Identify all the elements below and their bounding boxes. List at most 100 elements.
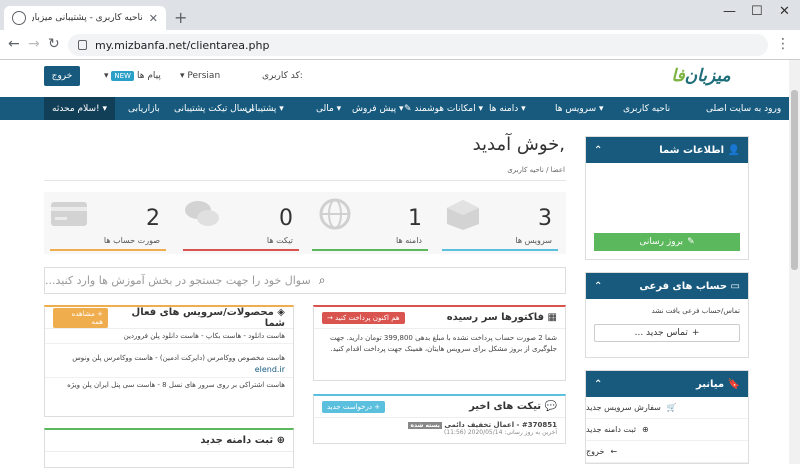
register-domain-card: ⊕ ثبت دامنه جدید — [44, 428, 294, 468]
scrollbar-thumb[interactable] — [791, 90, 798, 270]
globe-icon — [319, 198, 351, 230]
back-icon[interactable]: ← — [8, 36, 20, 52]
ticket-row[interactable]: #370851 - اعمال تخفیف دائمی بسته شده — [314, 418, 565, 429]
overdue-invoices-header: ▦ فاکتورها سر رسیده هم اکنون پرداخت کنید… — [314, 307, 565, 329]
nav-user-menu[interactable]: سلام محدثه! ▾ — [44, 97, 116, 120]
scrollbar[interactable] — [789, 60, 800, 464]
breadcrumb-current: ناحیه کاربری — [507, 166, 544, 174]
customer-code-label: کد کاربری: — [262, 71, 303, 81]
active-products-header: ◈ محصولات/سرویس های فعال شما + مشاهده هم… — [45, 307, 293, 329]
product-item[interactable]: هاست مخصوص ووکامرس (دایرکت ادمین) - هاست… — [45, 344, 293, 365]
nav-billing[interactable]: مالی ▾ — [316, 97, 341, 120]
stat-domains[interactable]: 1 دامنه ها — [306, 192, 434, 254]
close-tab-icon[interactable]: ✕ — [149, 12, 158, 25]
chevron-up-icon: ⌃ — [594, 378, 603, 390]
new-request-button[interactable]: + درخواست جدید — [322, 400, 386, 413]
stat-services[interactable]: 3 سرویس ها — [436, 192, 564, 254]
nav-presale[interactable]: پیش فروش ▾ — [352, 97, 404, 120]
reload-icon[interactable]: ↻ — [48, 36, 60, 52]
nav-smart-features[interactable]: ✎ امکانات هوشمند ▾ — [404, 97, 483, 120]
info-panel-header[interactable]: 👤 اطلاعات شما ⌃ — [586, 137, 748, 163]
product-item[interactable]: هاست اشتراکی بر روی سرور های نسل 8 - هاس… — [45, 378, 293, 392]
plus-icon: + — [691, 328, 700, 338]
pencil-icon: ✎ — [687, 237, 695, 247]
product-item[interactable]: elend.ir — [45, 365, 293, 378]
credit-card-icon — [51, 202, 87, 226]
ticket-updated: آخرین به روز رسانی: 2020/05/14 (11:56) — [443, 429, 557, 436]
kb-search-input[interactable]: ⌕ سوال خود را جهت جستجو در بخش آموزش ها … — [44, 267, 566, 294]
nav-main-site[interactable]: ورود به سایت اصلی — [706, 97, 781, 120]
nav-client-area[interactable]: ناحیه کاربری — [623, 97, 670, 120]
register-domain-header: ⊕ ثبت دامنه جدید — [45, 430, 293, 452]
shortcuts-panel: 🔖 میانبر ⌃ 🛒 سفارش سرویس جدید ⊕ ثبت دامنه … — [585, 370, 749, 464]
pay-now-button[interactable]: هم اکنون پرداخت کنید → — [322, 311, 405, 324]
stat-invoices[interactable]: 2 صورت حساب ها — [44, 192, 172, 254]
browser-chrome: ناحیه کاربری - پشتیبانی میزبان فا ✕ + — … — [0, 0, 800, 60]
product-item[interactable]: هاست دانلود - هاست بکاپ - هاست دانلود پل… — [45, 329, 293, 344]
active-products-card: ◈ محصولات/سرویس های فعال شما + مشاهده هم… — [44, 305, 294, 417]
overdue-invoices-card: ▦ فاکتورها سر رسیده هم اکنون پرداخت کنید… — [313, 305, 566, 381]
recent-tickets-header: 💬 تیکت های اخیر + درخواست جدید — [314, 396, 565, 418]
url-text: my.mizbanfa.net/clientarea.php — [95, 38, 270, 52]
nav-services[interactable]: سرویس ها ▾ — [555, 97, 604, 120]
nav-affiliates[interactable]: بازاریابی — [128, 97, 160, 120]
window-close-icon[interactable]: ✕ — [779, 4, 790, 19]
logout-button[interactable]: خروج — [44, 66, 80, 86]
url-field[interactable]: my.mizbanfa.net/clientarea.php — [68, 34, 768, 56]
site-logo[interactable]: فا میزبان — [646, 63, 756, 89]
divider — [44, 180, 566, 181]
nav-domains[interactable]: دامنه ها ▾ — [489, 97, 526, 120]
comments-icon: 💬 — [544, 401, 557, 412]
page-title: خوش آمدید, — [472, 134, 565, 155]
globe-icon — [12, 11, 26, 25]
forward-icon[interactable]: → — [28, 36, 40, 52]
search-placeholder: سوال خود را جهت جستجو در بخش آموزش ها وا… — [45, 274, 311, 287]
address-bar: ← → ↻ my.mizbanfa.net/clientarea.php ⋮ — [0, 30, 800, 60]
globe-icon: ⊕ — [276, 435, 285, 446]
breadcrumb: اعضا / ناحیه کاربری — [507, 166, 565, 174]
view-all-button[interactable]: + مشاهده همه — [53, 307, 108, 328]
lock-icon — [78, 40, 87, 50]
stat-tickets[interactable]: 0 تیکت ها — [177, 192, 305, 254]
messages-link[interactable]: ▾ NEW پیام ها — [104, 71, 161, 81]
minimize-icon[interactable]: — — [723, 4, 736, 19]
subaccounts-empty: تماس/حساب فرعی یافت نشد — [651, 307, 740, 315]
ticket-status-badge: بسته شده — [408, 422, 442, 429]
subaccounts-panel: ▭ حساب های فرعی ⌃ تماس/حساب فرعی یافت نش… — [585, 272, 749, 358]
bookmark-icon: 🔖 — [727, 378, 740, 390]
maximize-icon[interactable]: ☐ — [751, 4, 763, 19]
shortcut-register-domain[interactable]: ⊕ ثبت دامنه جدید — [586, 419, 748, 441]
overdue-invoices-text: شما 2 صورت حساب پرداخت نشده با مبلغ بدهی… — [329, 334, 557, 353]
new-badge: NEW — [111, 71, 134, 81]
subaccounts-panel-header[interactable]: ▭ حساب های فرعی ⌃ — [586, 273, 748, 299]
user-icon: 👤 — [727, 144, 740, 156]
shortcuts-panel-header[interactable]: 🔖 میانبر ⌃ — [586, 371, 748, 397]
nav-open-ticket[interactable]: ارسال تیکت پشتیبانی — [174, 97, 254, 120]
cart-icon: 🛒 — [666, 403, 677, 412]
chevron-up-icon: ⌃ — [594, 144, 603, 156]
browser-tab[interactable]: ناحیه کاربری - پشتیبانی میزبان فا ✕ — [4, 6, 166, 30]
new-contact-button[interactable]: + تماس جدید ... — [594, 324, 740, 342]
language-selector[interactable]: ▾ Persian — [180, 71, 220, 81]
tab-title: ناحیه کاربری - پشتیبانی میزبان فا — [32, 13, 143, 23]
shortcut-order-service[interactable]: 🛒 سفارش سرویس جدید — [586, 397, 748, 419]
search-icon: ⌕ — [318, 273, 326, 287]
stats-row: 3 سرویس ها 1 دامنه ها 0 تیکت ها 2 صورت ح… — [44, 192, 566, 254]
browser-menu-icon[interactable]: ⋮ — [776, 36, 790, 52]
info-panel: 👤 اطلاعات شما ⌃ بروز رسانی ✎ — [585, 136, 749, 260]
globe-icon: ⊕ — [641, 425, 649, 434]
breadcrumb-home[interactable]: اعضا — [551, 166, 565, 174]
new-tab-icon[interactable]: + — [174, 8, 187, 27]
calculator-icon: ▦ — [547, 312, 557, 323]
main-navigation: ورود به سایت اصلی ناحیه کاربری سرویس ها … — [0, 97, 800, 120]
recent-tickets-card: 💬 تیکت های اخیر + درخواست جدید #370851 -… — [313, 394, 566, 444]
chevron-up-icon: ⌃ — [594, 280, 603, 292]
wrench-icon: ✎ — [404, 103, 412, 114]
folder-icon: ▭ — [730, 280, 740, 292]
arrow-left-icon: ← — [610, 447, 618, 456]
shortcut-logout[interactable]: ← خروج — [586, 441, 748, 463]
update-button[interactable]: بروز رسانی ✎ — [594, 233, 740, 251]
comments-icon — [185, 201, 219, 226]
cube-icon — [447, 200, 479, 230]
cube-icon: ◈ — [277, 306, 285, 318]
